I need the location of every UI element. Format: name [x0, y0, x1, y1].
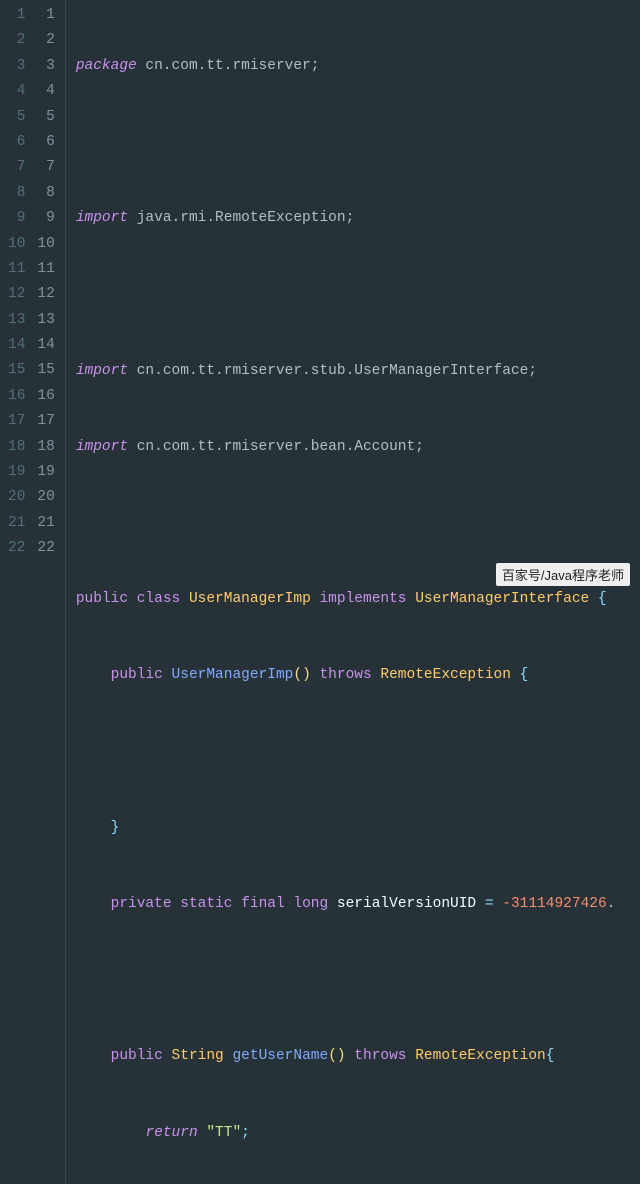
code-line — [76, 130, 616, 155]
code-line — [76, 740, 616, 765]
editor-gutter-outer: 1 2 3 4 5 6 7 8 9 10 11 12 13 14 15 16 1… — [0, 0, 31, 1184]
code-line: import cn.com.tt.rmiserver.stub.UserMana… — [76, 359, 616, 384]
code-line: return "TT"; — [76, 1121, 616, 1146]
code-line: public String getUserName() throws Remot… — [76, 1044, 616, 1069]
code-line — [76, 511, 616, 536]
code-line — [76, 968, 616, 993]
code-line: } — [76, 816, 616, 841]
code-line: public class UserManagerImp implements U… — [76, 587, 616, 612]
code-editor[interactable]: 1 2 3 4 5 6 7 8 9 10 11 12 13 14 15 16 1… — [0, 0, 640, 1184]
code-line — [76, 282, 616, 307]
code-line: import java.rmi.RemoteException; — [76, 206, 616, 231]
code-line: public UserManagerImp() throws RemoteExc… — [76, 663, 616, 688]
code-line: import cn.com.tt.rmiserver.bean.Account; — [76, 435, 616, 460]
code-area[interactable]: package cn.com.tt.rmiserver; import java… — [66, 0, 616, 1184]
editor-gutter-inner: 1 2 3 4 5 6 7 8 9 10 11 12 13 14 15 16 1… — [31, 0, 65, 1184]
code-line: package cn.com.tt.rmiserver; — [76, 54, 616, 79]
code-line: private static final long serialVersionU… — [76, 892, 616, 917]
watermark-label: 百家号/Java程序老师 — [496, 563, 630, 586]
